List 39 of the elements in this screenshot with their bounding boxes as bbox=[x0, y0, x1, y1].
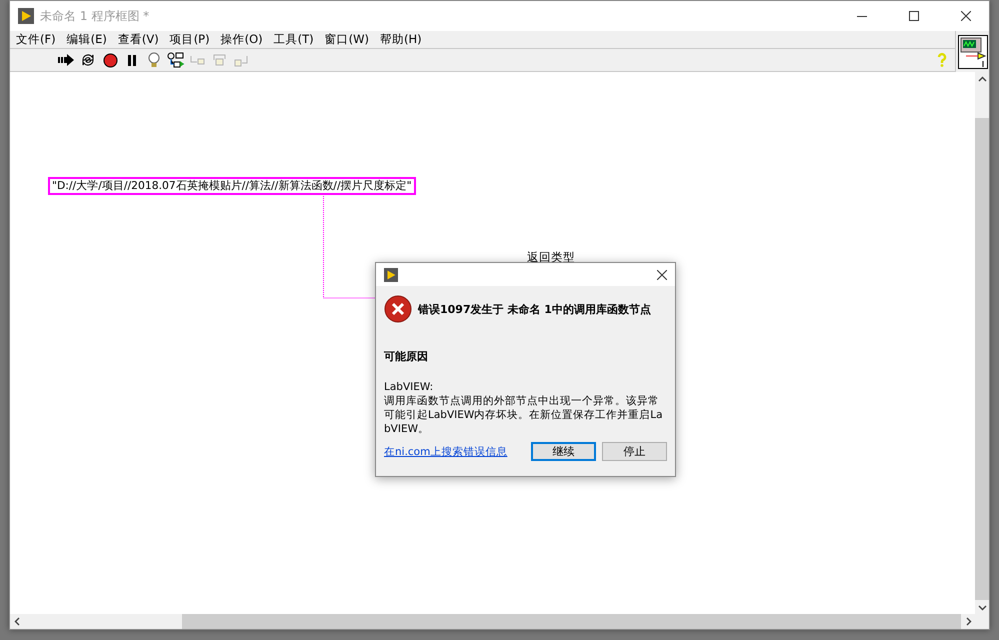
pause-icon[interactable] bbox=[127, 54, 137, 66]
vi-icon[interactable] bbox=[958, 34, 988, 68]
scroll-left-icon[interactable] bbox=[12, 617, 22, 626]
menu-item[interactable]: 文件(F) bbox=[12, 32, 63, 47]
menu-item[interactable]: 窗口(W) bbox=[320, 32, 376, 47]
close-button[interactable] bbox=[657, 270, 667, 280]
retain-icon[interactable] bbox=[167, 52, 185, 68]
run-icon[interactable] bbox=[58, 54, 74, 66]
node-label: 返回类型 bbox=[527, 250, 575, 265]
menu-item[interactable]: 工具(T) bbox=[270, 32, 321, 47]
error-icon bbox=[384, 295, 412, 323]
menu-item[interactable]: 操作(O) bbox=[216, 32, 270, 47]
app-icon bbox=[384, 268, 398, 282]
scroll-down-icon[interactable] bbox=[978, 602, 986, 612]
menu-item[interactable]: 帮助(H) bbox=[376, 32, 429, 47]
message-line: 调用库函数节点调用的外部节点中出现一个异常。该异常 bbox=[384, 394, 660, 408]
string-constant: "D://大学/项目//2018.07石英掩模贴片//算法//新算法函数//摆片尺度标定" bbox=[48, 177, 416, 195]
dialog-button[interactable]: 停止 bbox=[602, 442, 667, 461]
section-title: 可能原因 bbox=[384, 349, 429, 364]
run-continuously-icon[interactable] bbox=[80, 52, 96, 68]
error-heading: 错误1097发生于 未命名 1中的调用库函数节点 bbox=[418, 302, 651, 316]
highlight-icon[interactable] bbox=[148, 52, 160, 68]
message-line: bVIEW。 bbox=[384, 422, 430, 436]
maximize-icon[interactable] bbox=[909, 11, 919, 21]
horizontal-scrollbar[interactable] bbox=[10, 614, 975, 629]
window-title: 未命名 1 程序框图 * bbox=[40, 8, 150, 24]
app-icon bbox=[18, 8, 34, 24]
message-line: LabVIEW: bbox=[384, 380, 434, 394]
menu-item[interactable]: 查看(V) bbox=[114, 32, 166, 47]
scroll-right-icon[interactable] bbox=[964, 617, 972, 626]
message-line: 可能引起LabVIEW内存坏块。在新位置保存工作并重启La bbox=[384, 408, 664, 422]
menu-item[interactable]: 项目(P) bbox=[166, 32, 217, 47]
abort-icon[interactable] bbox=[102, 52, 118, 68]
close-icon[interactable] bbox=[961, 11, 971, 21]
scrollbar-thumb[interactable] bbox=[182, 614, 961, 629]
scroll-up-icon[interactable] bbox=[978, 74, 986, 84]
menu-item[interactable]: 编辑(E) bbox=[62, 32, 114, 47]
search-link[interactable]: 在ni.com上搜索错误信息 bbox=[384, 444, 525, 458]
dialog-button[interactable]: 继续 bbox=[531, 442, 596, 461]
